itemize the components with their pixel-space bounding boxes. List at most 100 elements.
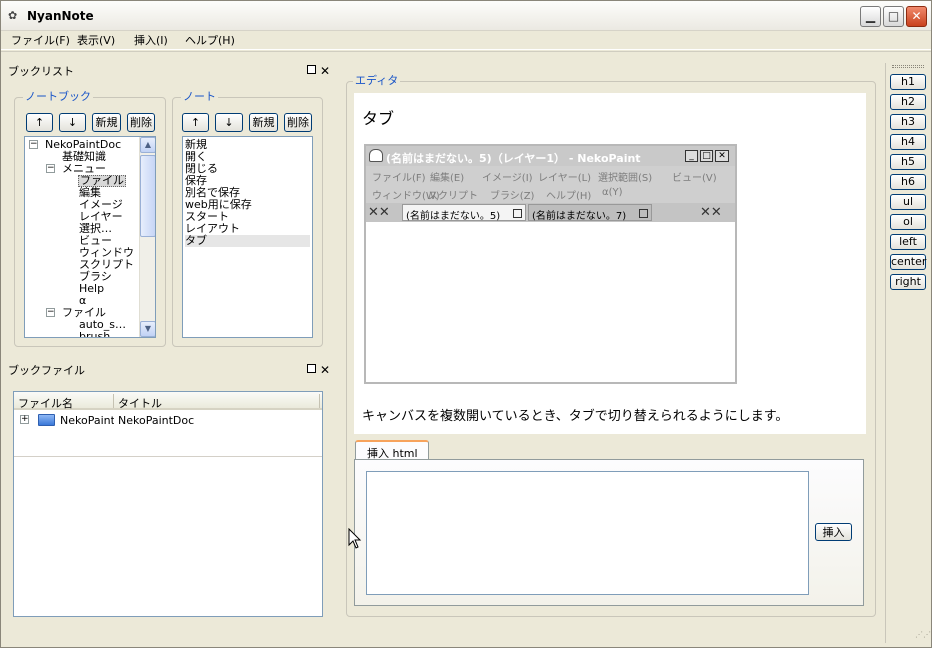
booklist-close-icon[interactable]: ✕ (320, 64, 330, 78)
float-pane-icon[interactable] (307, 65, 316, 74)
menu-bar: ファイル(F) 表示(V) 挿入(I) ヘルプ(H) (1, 31, 931, 50)
embedded-menu-item: ファイル(F) (372, 173, 426, 184)
note-down-button[interactable]: ↓ (215, 113, 243, 132)
booklist-pane-title: ブックリスト (8, 65, 74, 78)
notebook-new-button[interactable]: 新規 (92, 113, 121, 132)
tab-close-icon (513, 209, 522, 218)
close-icon: ✕ (911, 9, 922, 23)
embedded-menu-item: レイヤー(L) (538, 173, 592, 184)
toolbox-button-h6[interactable]: h6 (890, 174, 926, 190)
embedded-title: (名前はまだない。5)（レイヤー1） - NekoPaint (386, 152, 641, 165)
collapse-icon[interactable]: − (29, 140, 38, 149)
embedded-menu-item: スクリプト (428, 191, 478, 202)
embedded-maximize-icon: □ (700, 150, 713, 162)
menu-insert[interactable]: 挿入(I) (134, 33, 168, 48)
tab-close-icon (639, 209, 648, 218)
minimize-button[interactable]: ▁ (860, 6, 881, 27)
wrench-icon: ✕✕ (700, 205, 722, 220)
scroll-thumb[interactable] (140, 155, 155, 237)
doc-heading: タブ (362, 109, 395, 128)
row-title: NekoPaintDoc (118, 414, 195, 427)
toolbox-grip[interactable] (892, 65, 924, 68)
collapse-icon[interactable]: − (46, 308, 55, 317)
column-divider[interactable] (113, 394, 114, 408)
wrench-icon: ✕✕ (368, 205, 390, 220)
bookfile-close-icon[interactable]: ✕ (320, 363, 330, 377)
embedded-menubar: ファイル(F) 編集(E) イメージ(I) レイヤー(L) 選択範囲(S) ビュー(V) ウ… (366, 166, 735, 203)
notebook-up-button[interactable]: ↑ (26, 113, 53, 132)
html-input[interactable] (366, 471, 809, 595)
toolbox-button-h2[interactable]: h2 (890, 94, 926, 110)
booklist-pane-header: ブックリスト ✕ (3, 64, 333, 79)
toolbox-button-ol[interactable]: ol (890, 214, 926, 230)
embedded-menu-item: 編集(E) (430, 173, 465, 184)
note-delete-button[interactable]: 削除 (284, 113, 312, 132)
bookfile-row[interactable]: + NekoPaintI NekoPaintDoc (14, 412, 322, 428)
toolbox-button-h4[interactable]: h4 (890, 134, 926, 150)
title-bar[interactable]: ✿ NyanNote ▁ □ ✕ (1, 1, 931, 31)
column-title[interactable]: タイトル (118, 395, 162, 411)
tab-insert-html[interactable]: 挿入 html (355, 440, 429, 460)
notebook-delete-button[interactable]: 削除 (127, 113, 155, 132)
menu-view[interactable]: 表示(V) (77, 33, 115, 48)
maximize-icon: □ (887, 9, 900, 23)
menu-file[interactable]: ファイル(F) (11, 33, 70, 48)
note-group-title: ノート (181, 90, 218, 104)
float-pane-icon[interactable] (307, 364, 316, 373)
embedded-menu-item: ビュー(V) (672, 173, 717, 184)
bookfile-list[interactable]: ファイル名 タイトル + NekoPaintI NekoPaintDoc (13, 391, 323, 617)
folder-icon (38, 414, 55, 426)
embedded-tab-active: (名前はまだない。5) (402, 204, 526, 222)
note-item[interactable]: タブ (185, 235, 310, 247)
tree-scrollbar[interactable]: ▲ ▼ (139, 137, 155, 337)
toolbox-button-h5[interactable]: h5 (890, 154, 926, 170)
close-button[interactable]: ✕ (906, 6, 927, 27)
scroll-down-icon[interactable]: ▼ (140, 321, 155, 337)
note-list[interactable]: 新規 開く 閉じる 保存 別名で保存 web用に保存 スタート レイアウト タブ (182, 136, 313, 338)
toolbar-grip (1, 51, 931, 56)
tree-item-label: brush… (79, 330, 122, 338)
maximize-button[interactable]: □ (883, 6, 904, 27)
insert-button[interactable]: 挿入 (815, 523, 852, 541)
note-new-button[interactable]: 新規 (249, 113, 278, 132)
bookfile-header-row: ファイル名 タイトル (14, 392, 322, 410)
window-title: NyanNote (27, 9, 94, 23)
collapse-icon[interactable]: − (46, 164, 55, 173)
mouse-cursor-icon (348, 528, 362, 549)
expand-icon[interactable]: + (20, 415, 29, 424)
column-filename[interactable]: ファイル名 (18, 395, 73, 411)
minimize-icon: ▁ (865, 9, 876, 23)
embedded-menu-item: ヘルプ(H) (546, 191, 592, 202)
embedded-tabbar: ✕✕ (名前はまだない。5) (名前はまだない。7) ✕✕ (366, 203, 735, 222)
embedded-menu-item: ブラシ(Z) (490, 191, 535, 202)
tree-item[interactable]: brush… (25, 331, 139, 338)
menu-help[interactable]: ヘルプ(H) (185, 33, 235, 48)
cat-paw-icon: ✿ (8, 9, 18, 22)
toolbox-button-center[interactable]: center (890, 254, 926, 270)
toolbox-button-left[interactable]: left (890, 234, 926, 250)
embedded-tab-label: (名前はまだない。7) (532, 211, 627, 222)
notebook-group-title: ノートブック (23, 90, 93, 104)
toolbox-button-right[interactable]: right (890, 274, 926, 290)
resize-grip-icon[interactable]: ⋰⋰ (915, 631, 931, 645)
notebook-down-button[interactable]: ↓ (59, 113, 86, 132)
embedded-tab-label: (名前はまだない。5) (406, 211, 501, 222)
embedded-close-icon: ✕ (715, 150, 729, 162)
column-divider (319, 394, 320, 408)
toolbox-button-h1[interactable]: h1 (890, 74, 926, 90)
toolbox-button-h3[interactable]: h3 (890, 114, 926, 130)
embedded-menu-item: 選択範囲(S) (598, 173, 653, 184)
row-filename: NekoPaintI (60, 414, 114, 427)
html-toolbox: h1 h2 h3 h4 h5 h6 ul ol left center right (885, 63, 929, 643)
note-up-button[interactable]: ↑ (182, 113, 209, 132)
bookfile-pane-title: ブックファイル (8, 364, 85, 377)
doc-body-text: キャンバスを複数開いているとき、タブで切り替えられるようにします。 (362, 409, 789, 424)
neko-cat-icon (369, 149, 383, 162)
toolbox-button-ul[interactable]: ul (890, 194, 926, 210)
notebook-tree[interactable]: − NekoPaintDoc 基礎知識 − メニュー ファイル 編集 イメージ レイヤー 選択… ビ… (24, 136, 156, 338)
scroll-up-icon[interactable]: ▲ (140, 137, 155, 153)
embedded-screenshot: (名前はまだない。5)（レイヤー1） - NekoPaint _ □ ✕ ファイ… (364, 144, 737, 384)
editor-document[interactable]: タブ (名前はまだない。5)（レイヤー1） - NekoPaint _ □ ✕ … (354, 93, 866, 434)
insert-tab-panel: 挿入 (354, 459, 864, 606)
embedded-menu-item: α(Y) (602, 187, 623, 198)
